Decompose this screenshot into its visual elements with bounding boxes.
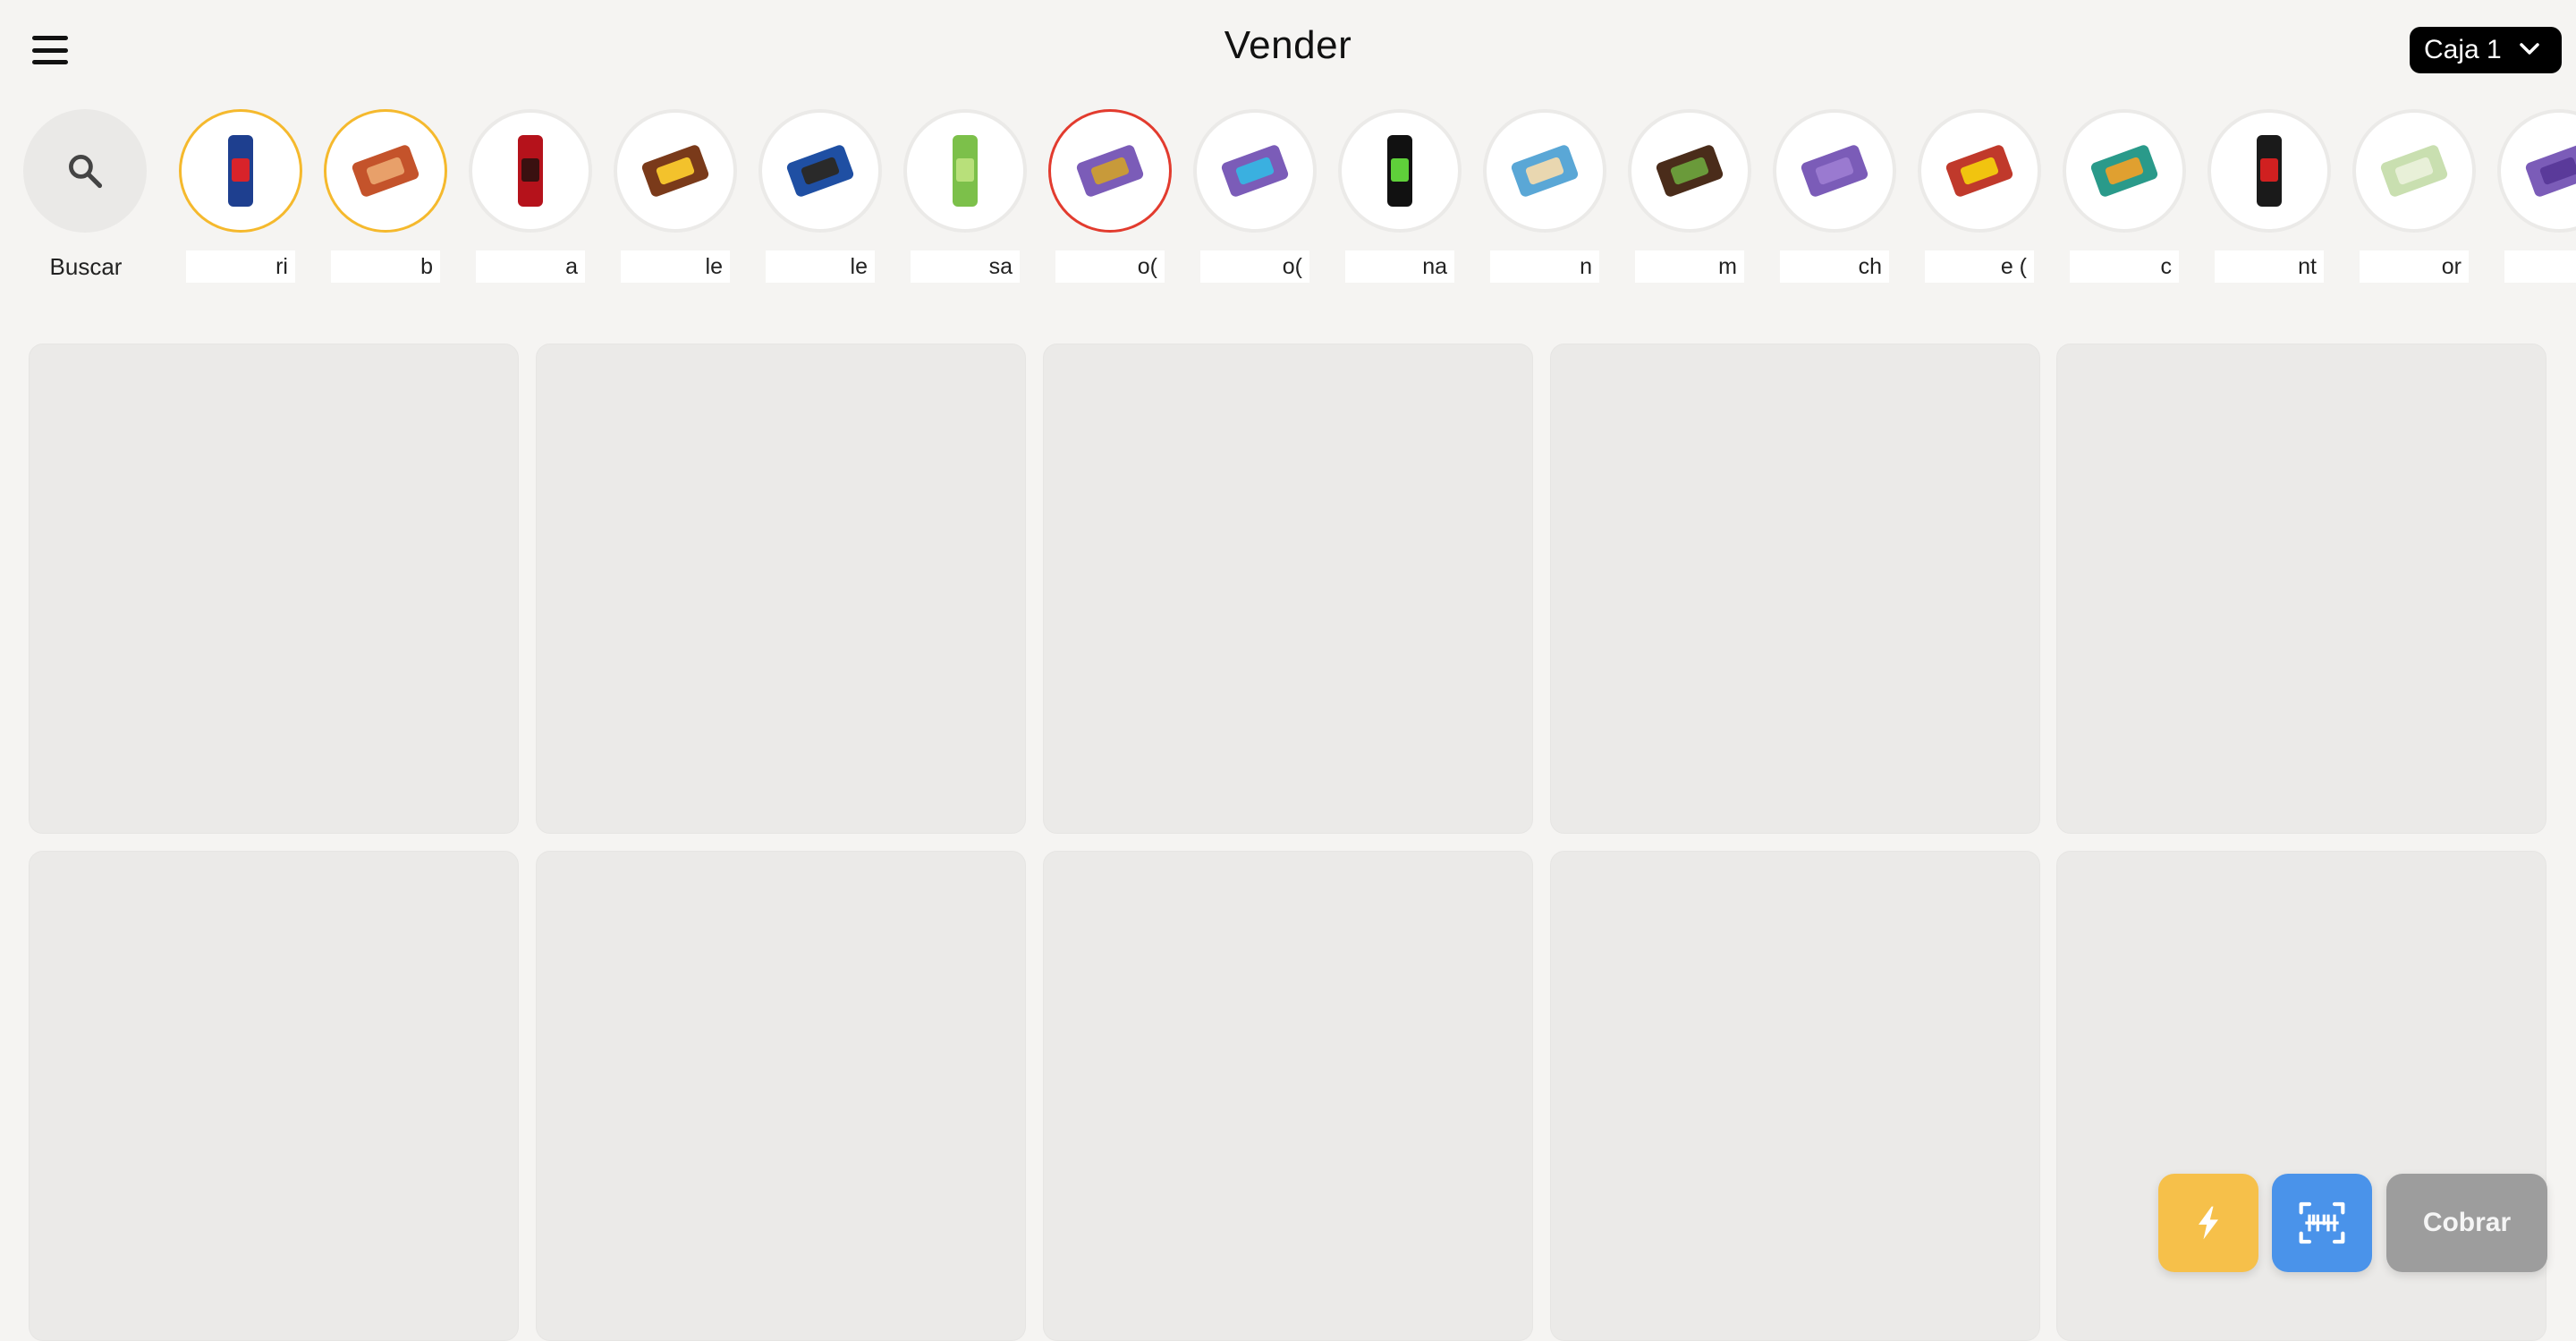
wafer-pack-icon <box>2380 145 2448 197</box>
quick-product-item[interactable]: le <box>758 106 884 284</box>
quick-product-button[interactable] <box>758 109 882 233</box>
product-tile[interactable] <box>1043 851 1533 1341</box>
oreo-pack-icon <box>786 145 854 197</box>
quick-product-button[interactable] <box>903 109 1027 233</box>
monster-can-icon <box>1387 135 1412 207</box>
search-button[interactable] <box>23 109 147 233</box>
product-tile[interactable] <box>1550 851 2040 1341</box>
quick-product-item[interactable]: sa <box>903 106 1029 284</box>
lightning-icon <box>2199 1206 2218 1240</box>
search-label: Buscar <box>49 253 123 280</box>
quick-product-button[interactable] <box>1773 109 1896 233</box>
quick-product-button[interactable] <box>614 109 737 233</box>
register-select-value: Caja 1 <box>2424 35 2502 64</box>
quick-products-strip[interactable]: Buscar ri b a le le sa o( o( na n m ch e ( c nt or <box>0 106 2576 293</box>
quick-product-item[interactable]: o( <box>1048 106 1174 284</box>
quick-product-button[interactable] <box>1338 109 1462 233</box>
barcode-scan-button[interactable] <box>2272 1174 2372 1272</box>
quick-product-button[interactable] <box>1483 109 1606 233</box>
quick-product-item[interactable]: or <box>2352 106 2478 284</box>
pringles-can-icon <box>953 135 978 207</box>
quick-product-item[interactable]: a <box>469 106 594 284</box>
quick-product-button[interactable] <box>2207 109 2331 233</box>
product-tile[interactable] <box>1550 344 2040 834</box>
quick-product-label: le <box>621 250 730 283</box>
quick-product-item[interactable]: m <box>1628 106 1753 284</box>
quick-product-label: na <box>1345 250 1454 283</box>
quick-product-label: o( <box>1200 250 1309 283</box>
quick-product-button[interactable] <box>1193 109 1317 233</box>
milka-mousse-icon <box>1221 145 1289 197</box>
chevron-down-icon <box>2520 43 2539 55</box>
quick-product-label: ri <box>186 250 295 283</box>
quick-product-button[interactable] <box>2352 109 2476 233</box>
quick-product-button[interactable] <box>469 109 592 233</box>
quick-product-item[interactable]: ri <box>179 106 304 284</box>
alfajor-chocolate-icon <box>1656 145 1724 197</box>
quick-product-item[interactable]: nt <box>2207 106 2333 284</box>
quick-product-item[interactable]: le <box>614 106 739 284</box>
quick-product-item[interactable]: o( <box>1193 106 1318 284</box>
quick-product-label: sa <box>911 250 1020 283</box>
product-tile[interactable] <box>536 851 1026 1341</box>
quick-product-button[interactable] <box>1918 109 2041 233</box>
cola-bottle-icon <box>518 135 543 207</box>
quick-product-label: a <box>476 250 585 283</box>
search-icon <box>69 155 103 189</box>
product-tile[interactable] <box>1043 344 1533 834</box>
quick-product-item[interactable]: e ( <box>1918 106 2043 284</box>
product-tile[interactable] <box>536 344 1026 834</box>
register-select[interactable]: Caja 1 <box>2410 27 2562 73</box>
quick-product-button[interactable] <box>2497 109 2576 233</box>
cereal-bar-icon <box>2090 145 2158 197</box>
milka-chocolate-icon <box>2525 145 2576 197</box>
quick-product-label: n <box>1490 250 1599 283</box>
milka-alfajor-icon <box>1076 145 1144 197</box>
quick-product-label: m <box>1635 250 1744 283</box>
quick-product-item[interactable]: b <box>324 106 449 284</box>
quick-sale-button[interactable] <box>2158 1174 2258 1272</box>
top-bar: Vender Caja 1 <box>0 0 2576 100</box>
quick-product-button[interactable] <box>324 109 447 233</box>
quick-product-item[interactable]: c <box>2063 106 2188 284</box>
quick-product-item[interactable]: n <box>1483 106 1608 284</box>
quick-product-label: c <box>2070 250 2179 283</box>
product-tile[interactable] <box>29 344 519 834</box>
quick-product-item[interactable] <box>2497 106 2576 284</box>
quick-product-button[interactable] <box>2063 109 2186 233</box>
milka-bar-icon <box>1801 145 1868 197</box>
mana-cookies-icon <box>1511 145 1579 197</box>
product-tile[interactable] <box>2056 344 2546 834</box>
quick-product-label <box>2504 250 2576 283</box>
don-satur-pack-icon <box>352 145 419 197</box>
quick-product-label: or <box>2360 250 2469 283</box>
quick-product-item[interactable]: ch <box>1773 106 1898 284</box>
snack-bag-icon <box>1945 145 2013 197</box>
quick-product-label: o( <box>1055 250 1165 283</box>
quick-product-label: le <box>766 250 875 283</box>
quick-product-label: e ( <box>1925 250 2034 283</box>
quick-product-label: ch <box>1780 250 1889 283</box>
shot-chocolate-bar-icon <box>641 145 709 197</box>
quick-product-label: b <box>331 250 440 283</box>
quick-product-button[interactable] <box>179 109 302 233</box>
product-tile[interactable] <box>29 851 519 1341</box>
speed-can-icon <box>2257 135 2282 207</box>
charge-button[interactable]: Cobrar <box>2386 1174 2547 1272</box>
red-bull-can-icon <box>228 135 253 207</box>
search-product[interactable]: Buscar <box>23 106 148 284</box>
quick-product-button[interactable] <box>1048 109 1172 233</box>
quick-product-item[interactable]: na <box>1338 106 1463 284</box>
barcode-scan-icon <box>2299 1201 2345 1244</box>
quick-product-button[interactable] <box>1628 109 1751 233</box>
quick-product-label: nt <box>2215 250 2324 283</box>
page-title: Vender <box>1224 23 1352 67</box>
